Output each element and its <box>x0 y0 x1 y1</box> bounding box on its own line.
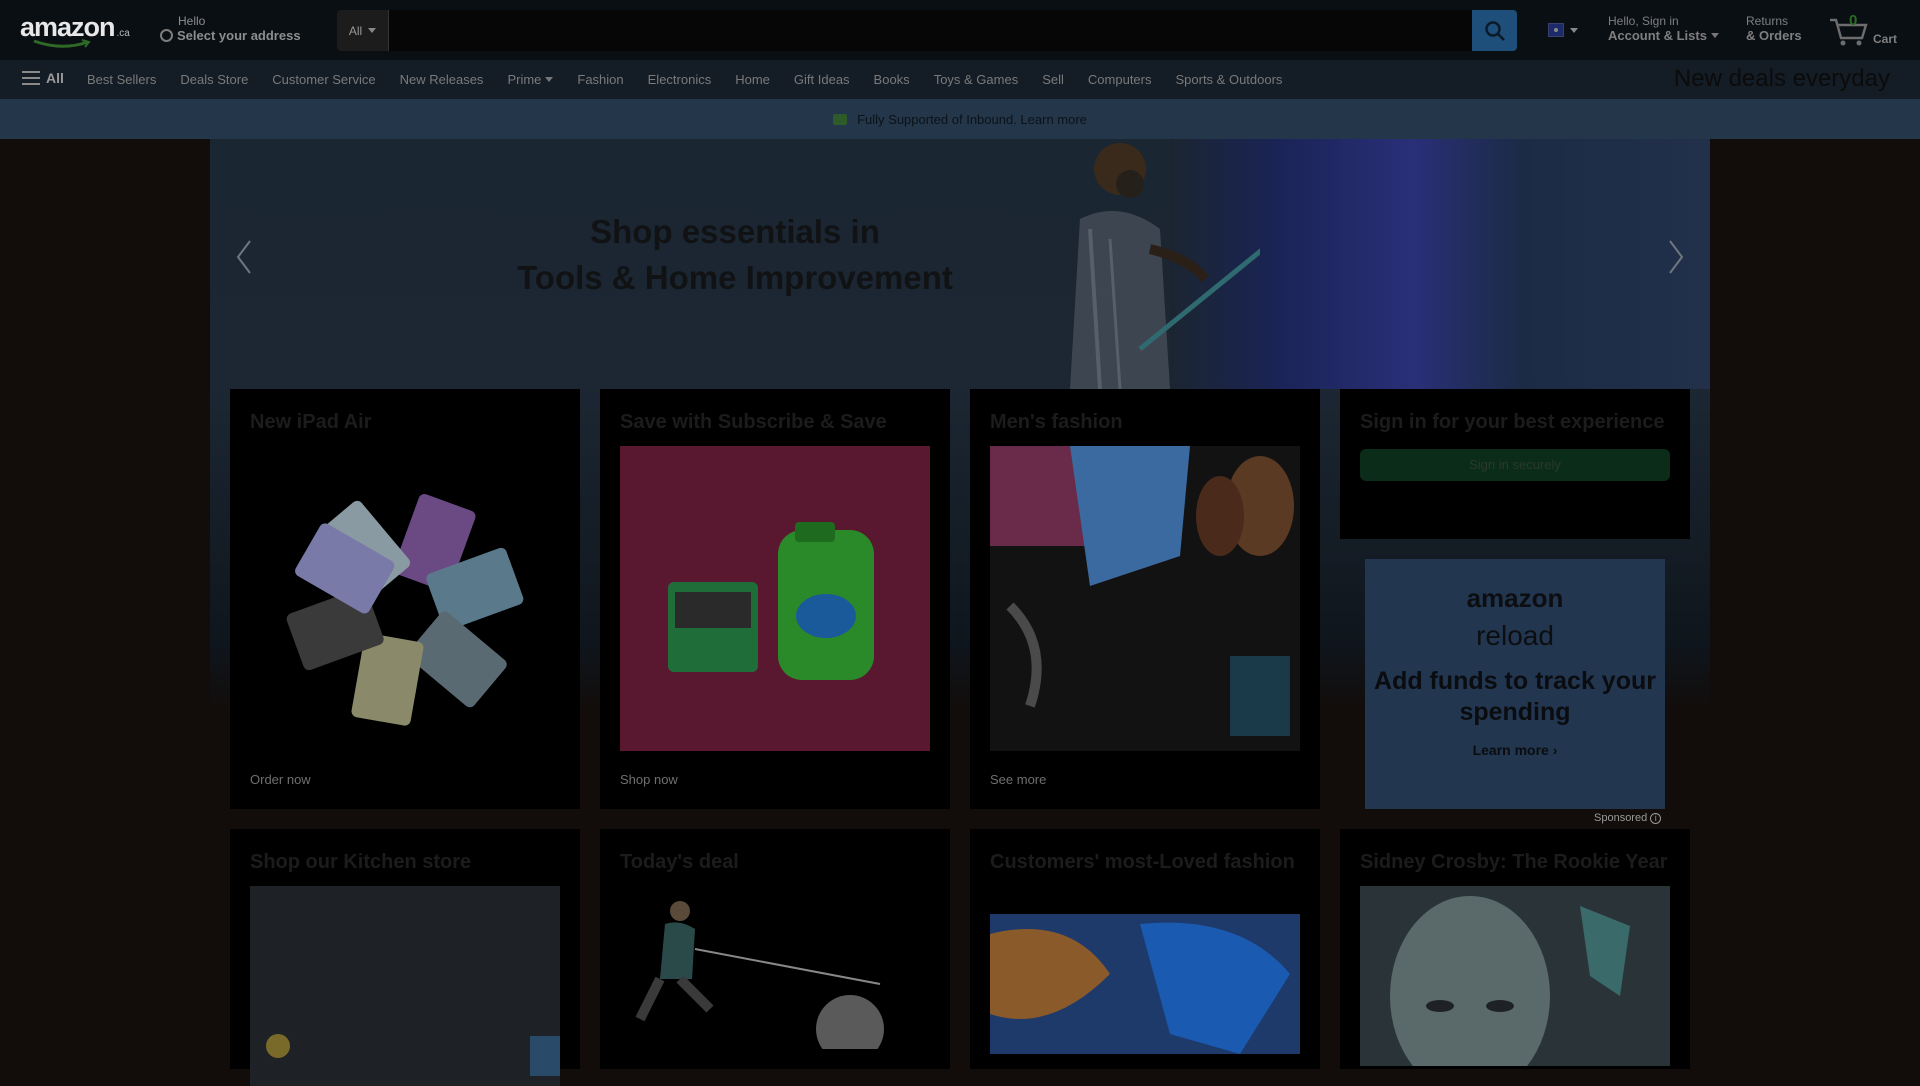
all-menu-label: All <box>46 70 64 86</box>
notice-text[interactable]: Fully Supported of Inbound. Learn more <box>857 112 1087 127</box>
hero-carousel[interactable]: Shop essentials in Tools & Home Improvem… <box>210 139 1710 389</box>
card-title: Men's fashion <box>990 411 1123 433</box>
nav-item-books[interactable]: Books <box>874 72 910 87</box>
search-category-label: All <box>348 23 363 38</box>
nav-item-fashion[interactable]: Fashion <box>577 72 623 87</box>
card-title: New iPad Air <box>250 411 372 433</box>
card-subscribe-save[interactable]: Save with Subscribe & Save Shop now <box>600 389 950 809</box>
hero-title-line2: Tools & Home Improvement <box>517 259 953 296</box>
chevron-down-icon <box>1710 33 1719 38</box>
loved-fashion-image <box>990 914 1300 1054</box>
nav-item-new-releases[interactable]: New Releases <box>400 72 484 87</box>
card-title: Customers' most-Loved fashion <box>990 851 1295 873</box>
card-sidney-crosby[interactable]: Sidney Crosby: The Rookie Year <box>1340 829 1690 1069</box>
reload-ad[interactable]: amazon reload Add funds to track your sp… <box>1365 559 1665 809</box>
hamburger-menu-icon <box>22 71 40 85</box>
navigation-bar: All Best Sellers Deals Store Customer Se… <box>0 60 1920 99</box>
card-title: Shop our Kitchen store <box>250 851 472 873</box>
hero-image-painter <box>1070 143 1260 389</box>
nav-item-sports-outdoors[interactable]: Sports & Outdoors <box>1175 72 1282 87</box>
deliver-greeting: Hello <box>178 14 206 28</box>
card-title: Today's deal <box>620 851 739 873</box>
nav-item-best-sellers[interactable]: Best Sellers <box>87 72 156 87</box>
card-link[interactable]: See more <box>990 772 1046 787</box>
returns-orders-link[interactable]: Returns & Orders <box>1746 14 1802 43</box>
deliver-address: Select your address <box>177 28 301 43</box>
card-mens-fashion[interactable]: Men's fashion See more <box>970 389 1320 809</box>
notice-bar: Fully Supported of Inbound. Learn more <box>0 99 1920 139</box>
location-pin-icon <box>160 29 173 42</box>
sponsored-label[interactable]: Sponsored i <box>1594 812 1662 824</box>
nav-item-prime[interactable]: Prime <box>507 72 553 87</box>
nav-links: Best Sellers Deals Store Customer Servic… <box>87 72 1306 87</box>
all-menu-button[interactable]: All <box>22 70 64 86</box>
logo-tld: .ca <box>116 28 130 39</box>
cart-button[interactable]: 0 Cart <box>1828 10 1908 50</box>
subscribe-products-image <box>620 446 930 751</box>
logo-wordmark: amazon <box>20 12 116 42</box>
flag-icon <box>833 113 848 125</box>
carousel-prev-icon[interactable] <box>234 239 254 275</box>
top-header: amazon .ca Hello Select your address All … <box>0 0 1920 60</box>
search-icon <box>1484 20 1505 41</box>
flag-icon <box>1548 23 1564 37</box>
reload-headline: Add funds to track your spending <box>1374 667 1656 726</box>
cart-label: Cart <box>1873 32 1898 46</box>
carousel-next-icon[interactable] <box>1666 239 1686 275</box>
returns-label: Returns <box>1746 14 1789 28</box>
nav-item-computers[interactable]: Computers <box>1088 72 1152 87</box>
account-lists-menu[interactable]: Hello, Sign in Account & Lists <box>1608 14 1719 43</box>
orders-label: & Orders <box>1746 28 1802 43</box>
nav-promo-banner[interactable]: New deals everyday <box>1674 65 1890 93</box>
nav-item-sell[interactable]: Sell <box>1042 72 1064 87</box>
card-title: Sidney Crosby: The Rookie Year <box>1360 851 1668 873</box>
account-greeting: Hello, Sign in <box>1608 14 1679 28</box>
reload-brand: amazon <box>1466 583 1564 613</box>
sponsored-text: Sponsored <box>1594 812 1648 824</box>
nav-item-home[interactable]: Home <box>735 72 770 87</box>
chevron-down-icon <box>368 28 377 33</box>
nav-item-gift-ideas[interactable]: Gift Ideas <box>794 72 850 87</box>
reload-product: reload <box>1476 620 1554 651</box>
reload-learn-more[interactable]: Learn more › <box>1365 742 1665 758</box>
card-title: Save with Subscribe & Save <box>620 411 887 433</box>
ipad-fan-image <box>286 494 524 726</box>
language-selector[interactable] <box>1548 20 1584 40</box>
rowing-machine-image <box>635 901 884 1049</box>
search-bar: All <box>337 10 1517 51</box>
deliver-to-location[interactable]: Hello Select your address <box>160 14 310 43</box>
card-link[interactable]: Order now <box>250 772 311 787</box>
card-sign-in: Sign in for your best experience Sign in… <box>1340 389 1690 539</box>
search-button[interactable] <box>1472 10 1517 51</box>
chevron-down-icon <box>1570 27 1578 33</box>
nav-item-toys-games[interactable]: Toys & Games <box>934 72 1019 87</box>
nav-item-customer-service[interactable]: Customer Service <box>272 72 375 87</box>
sign-in-button[interactable]: Sign in securely <box>1360 449 1670 481</box>
info-icon: i <box>1650 813 1662 824</box>
card-most-loved-fashion[interactable]: Customers' most-Loved fashion <box>970 829 1320 1069</box>
search-category-dropdown[interactable]: All <box>337 10 389 51</box>
nav-item-electronics[interactable]: Electronics <box>648 72 712 87</box>
card-kitchen-store[interactable]: Shop our Kitchen store <box>230 829 580 1086</box>
cart-count: 0 <box>1849 12 1858 29</box>
mens-fashion-image <box>990 446 1300 751</box>
card-new-ipad-air[interactable]: New iPad Air Order now <box>230 389 580 809</box>
hero-title-line1: Shop essentials in <box>590 213 880 250</box>
card-link[interactable]: Shop now <box>620 772 678 787</box>
card-title: Sign in for your best experience <box>1360 411 1665 433</box>
amazon-logo[interactable]: amazon .ca <box>20 12 138 48</box>
card-todays-deal[interactable]: Today's deal <box>600 829 950 1069</box>
logo-smile-icon <box>33 39 91 48</box>
search-input[interactable] <box>389 10 1472 51</box>
nav-item-deals-store[interactable]: Deals Store <box>180 72 248 87</box>
sidney-crosby-image <box>1360 886 1670 1066</box>
hero-title: Shop essentials in Tools & Home Improvem… <box>510 209 960 301</box>
kitchen-store-image <box>250 886 560 1086</box>
account-label: Account & Lists <box>1608 28 1707 43</box>
